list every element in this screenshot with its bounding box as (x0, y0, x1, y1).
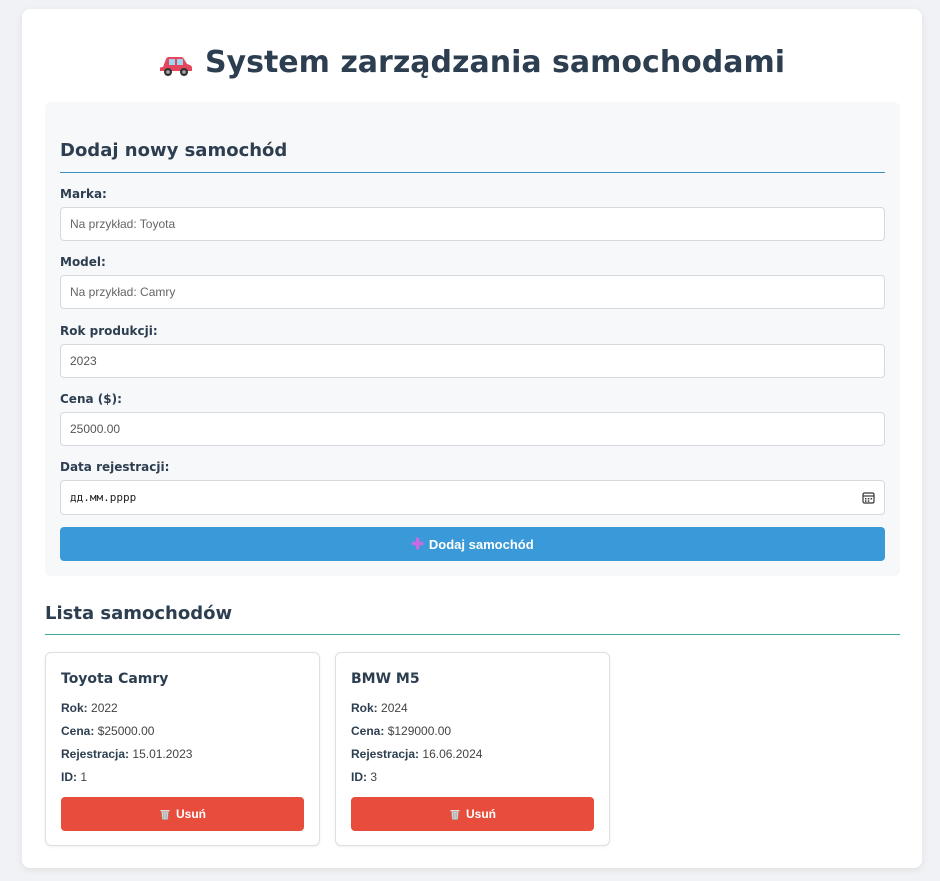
registration-date-input[interactable]: дд.мм.рррр (60, 480, 885, 515)
form-divider (60, 172, 885, 173)
add-car-button-label: Dodaj samochód (428, 536, 534, 552)
registration-date-label: Data rejestracji: (60, 460, 170, 474)
car-list-title: Lista samochodów (45, 603, 233, 624)
year-input[interactable] (60, 344, 885, 378)
car-id: ID: 1 (61, 770, 88, 784)
delete-car-button[interactable]: Usuń (61, 797, 304, 831)
price-label: Cena ($): (60, 392, 122, 406)
model-input[interactable] (60, 275, 885, 309)
car-registration: Rejestracja: 15.01.2023 (61, 747, 193, 761)
car-icon (159, 56, 192, 76)
car-card: Toyota Camry Rok: 2022 Cena: $25000.00 R… (45, 652, 320, 846)
trash-icon (450, 810, 460, 820)
page-title: System zarządzania samochodami (22, 45, 922, 80)
list-divider (45, 634, 900, 635)
price-input[interactable] (60, 412, 885, 446)
add-car-form: Dodaj nowy samochód Marka: Model: Rok pr… (45, 102, 900, 576)
app-container: System zarządzania samochodami Dodaj now… (22, 9, 922, 868)
brand-input[interactable] (60, 207, 885, 241)
car-year: Rok: 2022 (61, 701, 118, 715)
year-label: Rok produkcji: (60, 324, 158, 338)
car-card: BMW M5 Rok: 2024 Cena: $129000.00 Rejest… (335, 652, 610, 846)
delete-car-button[interactable]: Usuń (351, 797, 594, 831)
form-title: Dodaj nowy samochód (60, 140, 288, 161)
brand-label: Marka: (60, 187, 107, 201)
delete-button-label: Usuń (176, 807, 206, 821)
delete-button-label: Usuń (466, 807, 496, 821)
car-year: Rok: 2024 (351, 701, 408, 715)
car-registration: Rejestracja: 16.06.2024 (351, 747, 483, 761)
calendar-icon[interactable] (862, 491, 875, 504)
car-price: Cena: $129000.00 (351, 724, 452, 738)
car-name: Toyota Camry (61, 671, 169, 687)
plus-icon: ✚ (411, 535, 424, 553)
car-id: ID: 3 (351, 770, 378, 784)
model-label: Model: (60, 255, 106, 269)
date-placeholder: дд.мм.рррр (70, 491, 137, 504)
trash-icon (160, 810, 170, 820)
car-name: BMW M5 (351, 671, 420, 687)
add-car-button[interactable]: ✚ Dodaj samochód (60, 527, 885, 561)
car-price: Cena: $25000.00 (61, 724, 155, 738)
page-title-text: System zarządzania samochodami (204, 45, 786, 80)
